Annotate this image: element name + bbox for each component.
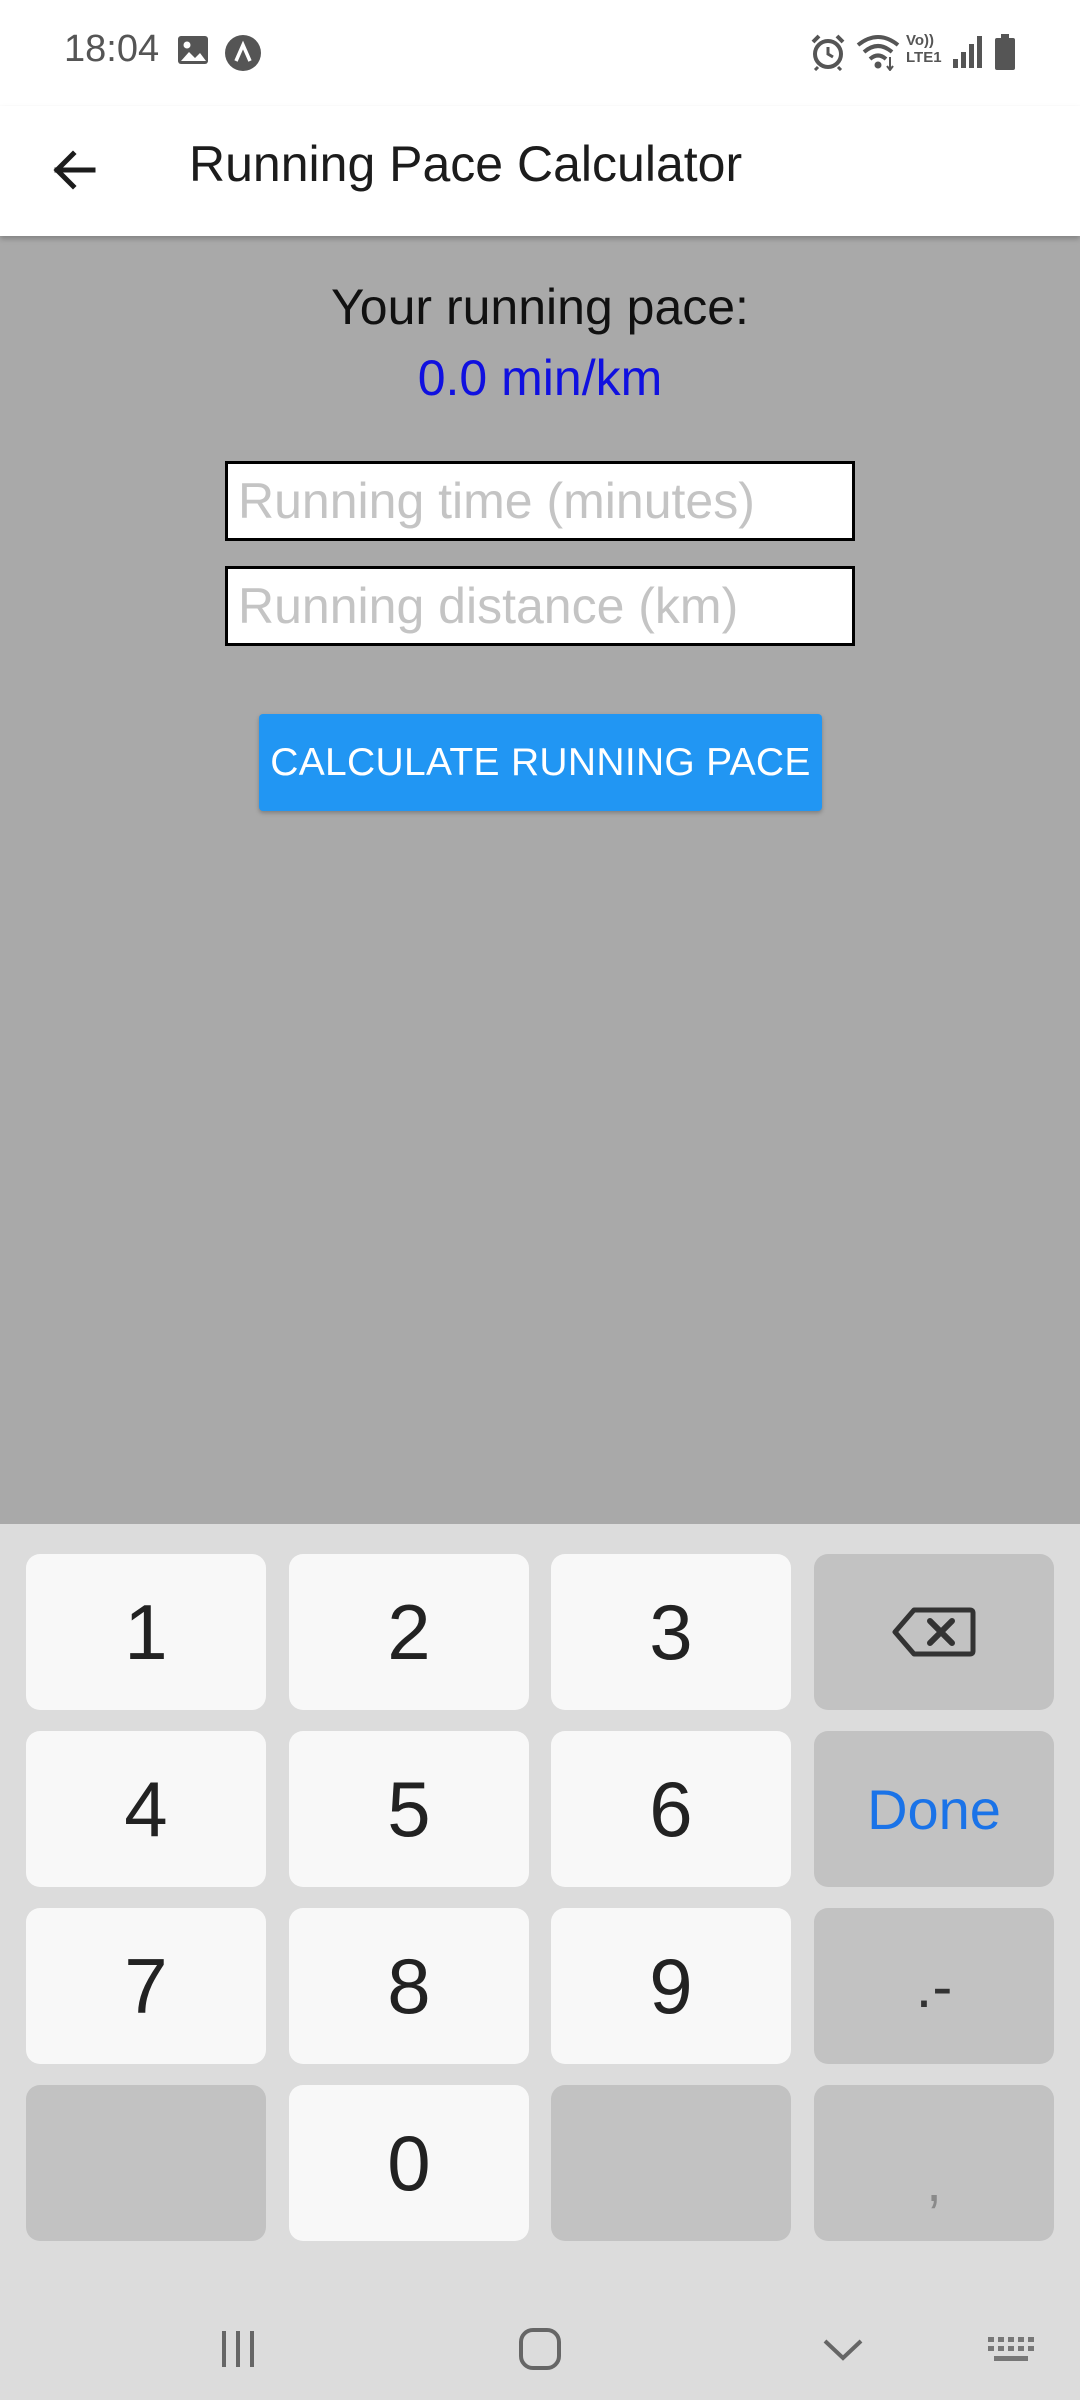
key-5[interactable]: 5 [289,1731,529,1887]
dot-minus-key-label: .- [915,1952,953,2020]
running-distance-input[interactable] [225,566,855,646]
comma-key-label: , [926,2149,942,2213]
keyboard-icon [988,2337,1034,2361]
recent-apps-button[interactable] [198,2314,278,2384]
comma-key[interactable]: , [814,2085,1054,2241]
key-9[interactable]: 9 [551,1908,791,2064]
battery-icon [994,33,1016,76]
key-8[interactable]: 8 [289,1908,529,2064]
keyboard-switch-button[interactable] [972,2314,1052,2384]
key-2[interactable]: 2 [289,1554,529,1710]
done-key[interactable]: Done [814,1731,1054,1887]
key-7[interactable]: 7 [26,1908,266,2064]
signal-icon [952,33,984,74]
image-icon [176,33,210,72]
blank-key-left [26,2085,266,2241]
dot-minus-key[interactable]: .- [814,1908,1054,2064]
key-0[interactable]: 0 [289,2085,529,2241]
key-6[interactable]: 6 [551,1731,791,1887]
volte-label-top: Vo)) [906,32,935,49]
alarm-icon [810,33,846,76]
key-4[interactable]: 4 [26,1731,266,1887]
volte-label-bottom: LTE1 [906,49,942,66]
numeric-keyboard: 1 2 3 4 5 6 Done 7 8 9 .- 0 , [0,1524,1080,2400]
arrow-left-icon [53,150,96,190]
back-button[interactable] [40,136,108,204]
done-key-label: Done [867,1777,1001,1841]
recent-apps-icon [222,2331,254,2367]
app-bar: Running Pace Calculator [0,106,1080,236]
pace-label: Your running pace: [331,279,749,335]
hide-keyboard-icon [823,2339,863,2361]
assistant-icon [224,34,262,77]
key-3[interactable]: 3 [551,1554,791,1710]
status-bar: 18:04 Vo)) LTE1 [0,0,1080,106]
running-time-input[interactable] [225,461,855,541]
backspace-key[interactable] [814,1554,1054,1710]
status-time: 18:04 [64,28,160,70]
volte-icon: Vo)) LTE1 [906,32,950,66]
backspace-icon [892,1607,976,1657]
key-1[interactable]: 1 [26,1554,266,1710]
home-button[interactable] [500,2314,580,2384]
blank-key-right [551,2085,791,2241]
calculate-pace-button[interactable]: CALCULATE RUNNING PACE [259,714,822,811]
home-icon [519,2328,561,2370]
page-title: Running Pace Calculator [189,136,743,192]
wifi-icon [856,33,900,76]
pace-value: 0.0 min/km [417,350,663,406]
main-content: Your running pace: 0.0 min/km CALCULATE … [0,236,1080,1524]
hide-keyboard-button[interactable] [803,2314,883,2384]
